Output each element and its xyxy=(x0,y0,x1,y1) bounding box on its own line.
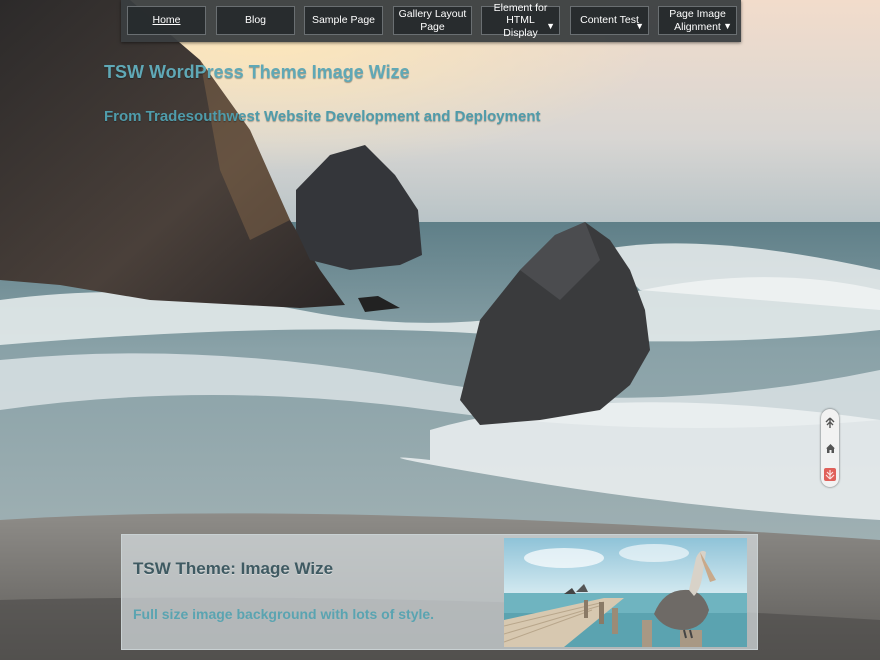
feature-subtitle: Full size image background with lots of … xyxy=(133,606,435,622)
nav-item-gallery-layout-page[interactable]: Gallery Layout Page xyxy=(393,6,472,35)
nav-item-label: Gallery Layout Page xyxy=(398,8,467,33)
site-tagline: From Tradesouthwest Website Development … xyxy=(104,108,541,125)
nav-item-label: Page Image Alignment xyxy=(669,8,726,33)
nav-item-label: Content Test xyxy=(580,14,639,27)
home-icon xyxy=(825,443,835,453)
scroll-widget xyxy=(821,409,839,487)
site-title[interactable]: TSW WordPress Theme Image Wize xyxy=(104,62,410,83)
double-up-arrow-icon xyxy=(825,417,835,428)
nav-item-element-for-html-display[interactable]: Element for HTML Display ▼ xyxy=(481,2,560,39)
double-down-arrow-icon xyxy=(824,467,836,481)
scroll-to-bottom-button[interactable] xyxy=(824,467,836,481)
scroll-to-top-button[interactable] xyxy=(824,416,836,430)
nav-item-page-image-alignment[interactable]: Page Image Alignment ▼ xyxy=(658,6,737,35)
nav-item-blog[interactable]: Blog xyxy=(216,6,295,35)
nav-item-sample-page[interactable]: Sample Page xyxy=(304,6,383,35)
feature-box: TSW Theme: Image Wize Full size image ba… xyxy=(121,534,758,650)
chevron-down-icon: ▼ xyxy=(635,20,644,31)
nav-item-label: Sample Page xyxy=(311,14,376,27)
chevron-down-icon: ▼ xyxy=(723,20,732,31)
feature-title: TSW Theme: Image Wize xyxy=(133,559,334,578)
nav-item-content-test[interactable]: Content Test ▼ xyxy=(570,6,649,35)
main-navigation: Home Blog Sample Page Gallery Layout Pag… xyxy=(121,0,741,42)
nav-item-label: Home xyxy=(152,14,181,27)
nav-item-home[interactable]: Home xyxy=(127,6,206,35)
chevron-down-icon: ▼ xyxy=(546,20,555,31)
nav-item-label: Blog xyxy=(244,14,266,27)
pelican-pier-image xyxy=(504,538,747,647)
home-button[interactable] xyxy=(824,441,836,455)
